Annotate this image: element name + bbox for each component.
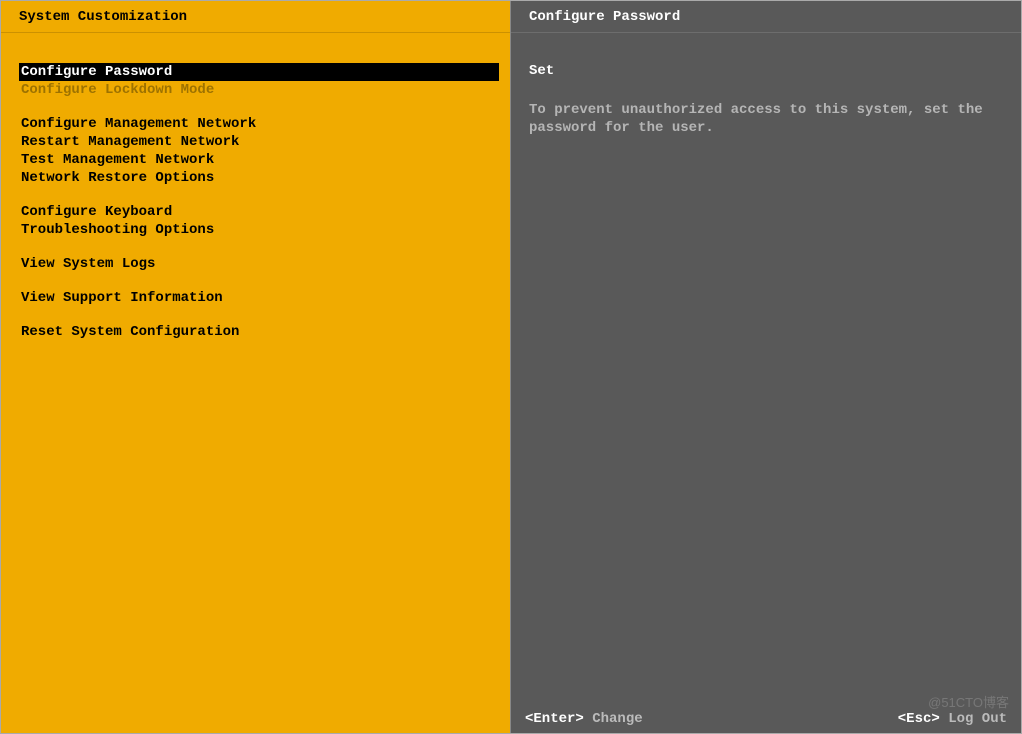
menu-item[interactable]: Configure Password bbox=[19, 63, 499, 81]
esc-action-label: Log Out bbox=[948, 711, 1007, 727]
menu-item[interactable]: Reset System Configuration bbox=[19, 323, 492, 341]
right-panel-title: Configure Password bbox=[511, 1, 1021, 33]
menu-item[interactable]: Network Restore Options bbox=[19, 169, 492, 187]
menu-item[interactable]: Test Management Network bbox=[19, 151, 492, 169]
menu-group: Configure PasswordConfigure Lockdown Mod… bbox=[19, 63, 492, 99]
menu-item[interactable]: View System Logs bbox=[19, 255, 492, 273]
menu-group: Configure Management NetworkRestart Mana… bbox=[19, 115, 492, 187]
footer-enter[interactable]: <Enter> Change bbox=[525, 711, 643, 727]
menu-item[interactable]: Configure Keyboard bbox=[19, 203, 492, 221]
footer-esc[interactable]: <Esc> Log Out bbox=[898, 711, 1007, 727]
right-panel: Configure Password Set To prevent unauth… bbox=[511, 1, 1021, 733]
detail-body: Set To prevent unauthorized access to th… bbox=[511, 33, 1021, 733]
watermark: @51CTO博客 bbox=[928, 692, 1009, 711]
detail-status: Set bbox=[529, 63, 1003, 79]
menu-item[interactable]: View Support Information bbox=[19, 289, 492, 307]
enter-key-label: <Enter> bbox=[525, 711, 584, 727]
menu-group: Configure KeyboardTroubleshooting Option… bbox=[19, 203, 492, 239]
menu-item[interactable]: Troubleshooting Options bbox=[19, 221, 492, 239]
left-panel-title: System Customization bbox=[1, 1, 510, 33]
menu-item: Configure Lockdown Mode bbox=[19, 81, 492, 99]
left-panel: System Customization Configure PasswordC… bbox=[1, 1, 511, 733]
app-container: System Customization Configure PasswordC… bbox=[0, 0, 1022, 734]
esc-key-label: <Esc> bbox=[898, 711, 940, 727]
footer-bar: <Enter> Change <Esc> Log Out bbox=[511, 711, 1021, 727]
enter-action-label: Change bbox=[592, 711, 642, 727]
menu-group: View System Logs bbox=[19, 255, 492, 273]
menu-item[interactable]: Configure Management Network bbox=[19, 115, 492, 133]
menu-list: Configure PasswordConfigure Lockdown Mod… bbox=[1, 33, 510, 733]
menu-group: Reset System Configuration bbox=[19, 323, 492, 341]
menu-group: View Support Information bbox=[19, 289, 492, 307]
menu-item[interactable]: Restart Management Network bbox=[19, 133, 492, 151]
detail-description: To prevent unauthorized access to this s… bbox=[529, 101, 989, 137]
